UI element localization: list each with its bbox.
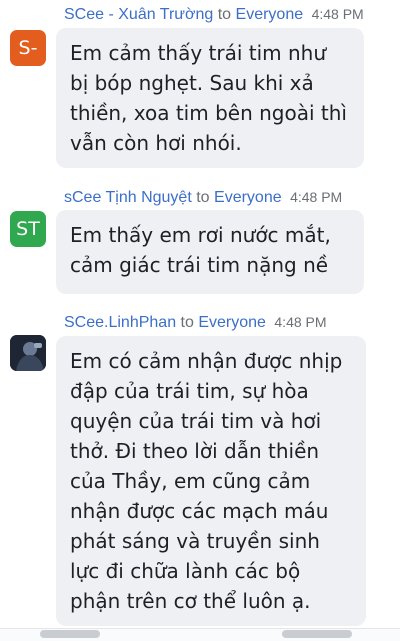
- message-header: SCee - Xuân Trường to Everyone 4:48 PM: [64, 4, 364, 25]
- timestamp: 4:48 PM: [290, 189, 343, 205]
- sender-name[interactable]: SCee - Xuân Trường: [64, 6, 213, 23]
- message-bubble: Em cảm thấy trái tim như bị bóp nghẹt. S…: [56, 28, 364, 168]
- profile-photo-icon: [10, 335, 46, 371]
- input-hint-bar: [40, 630, 100, 638]
- message-header: sCee Tịnh Nguyệt to Everyone 4:48 PM: [64, 187, 342, 208]
- avatar[interactable]: ST: [10, 211, 46, 247]
- audience-label[interactable]: Everyone: [236, 6, 304, 23]
- to-label: to: [217, 6, 232, 23]
- avatar[interactable]: [10, 335, 46, 371]
- sender-name[interactable]: SCee.LinhPhan: [64, 314, 176, 331]
- audience-label[interactable]: Everyone: [214, 189, 282, 206]
- message-header: SCee.LinhPhan to Everyone 4:48 PM: [64, 312, 327, 333]
- message-bubble: Em có cảm nhận được nhịp đập của trái ti…: [56, 336, 366, 626]
- timestamp: 4:48 PM: [274, 314, 327, 330]
- to-label: to: [180, 314, 194, 331]
- to-label: to: [196, 189, 210, 206]
- message-bubble: Em thấy em rơi nước mắt, cảm giác trái t…: [56, 210, 364, 294]
- timestamp: 4:48 PM: [311, 6, 364, 22]
- avatar[interactable]: S-: [10, 30, 46, 66]
- chat-input-strip[interactable]: [0, 628, 400, 641]
- sender-name[interactable]: sCee Tịnh Nguyệt: [64, 189, 192, 206]
- input-hint-bar: [282, 630, 352, 638]
- audience-label[interactable]: Everyone: [198, 314, 266, 331]
